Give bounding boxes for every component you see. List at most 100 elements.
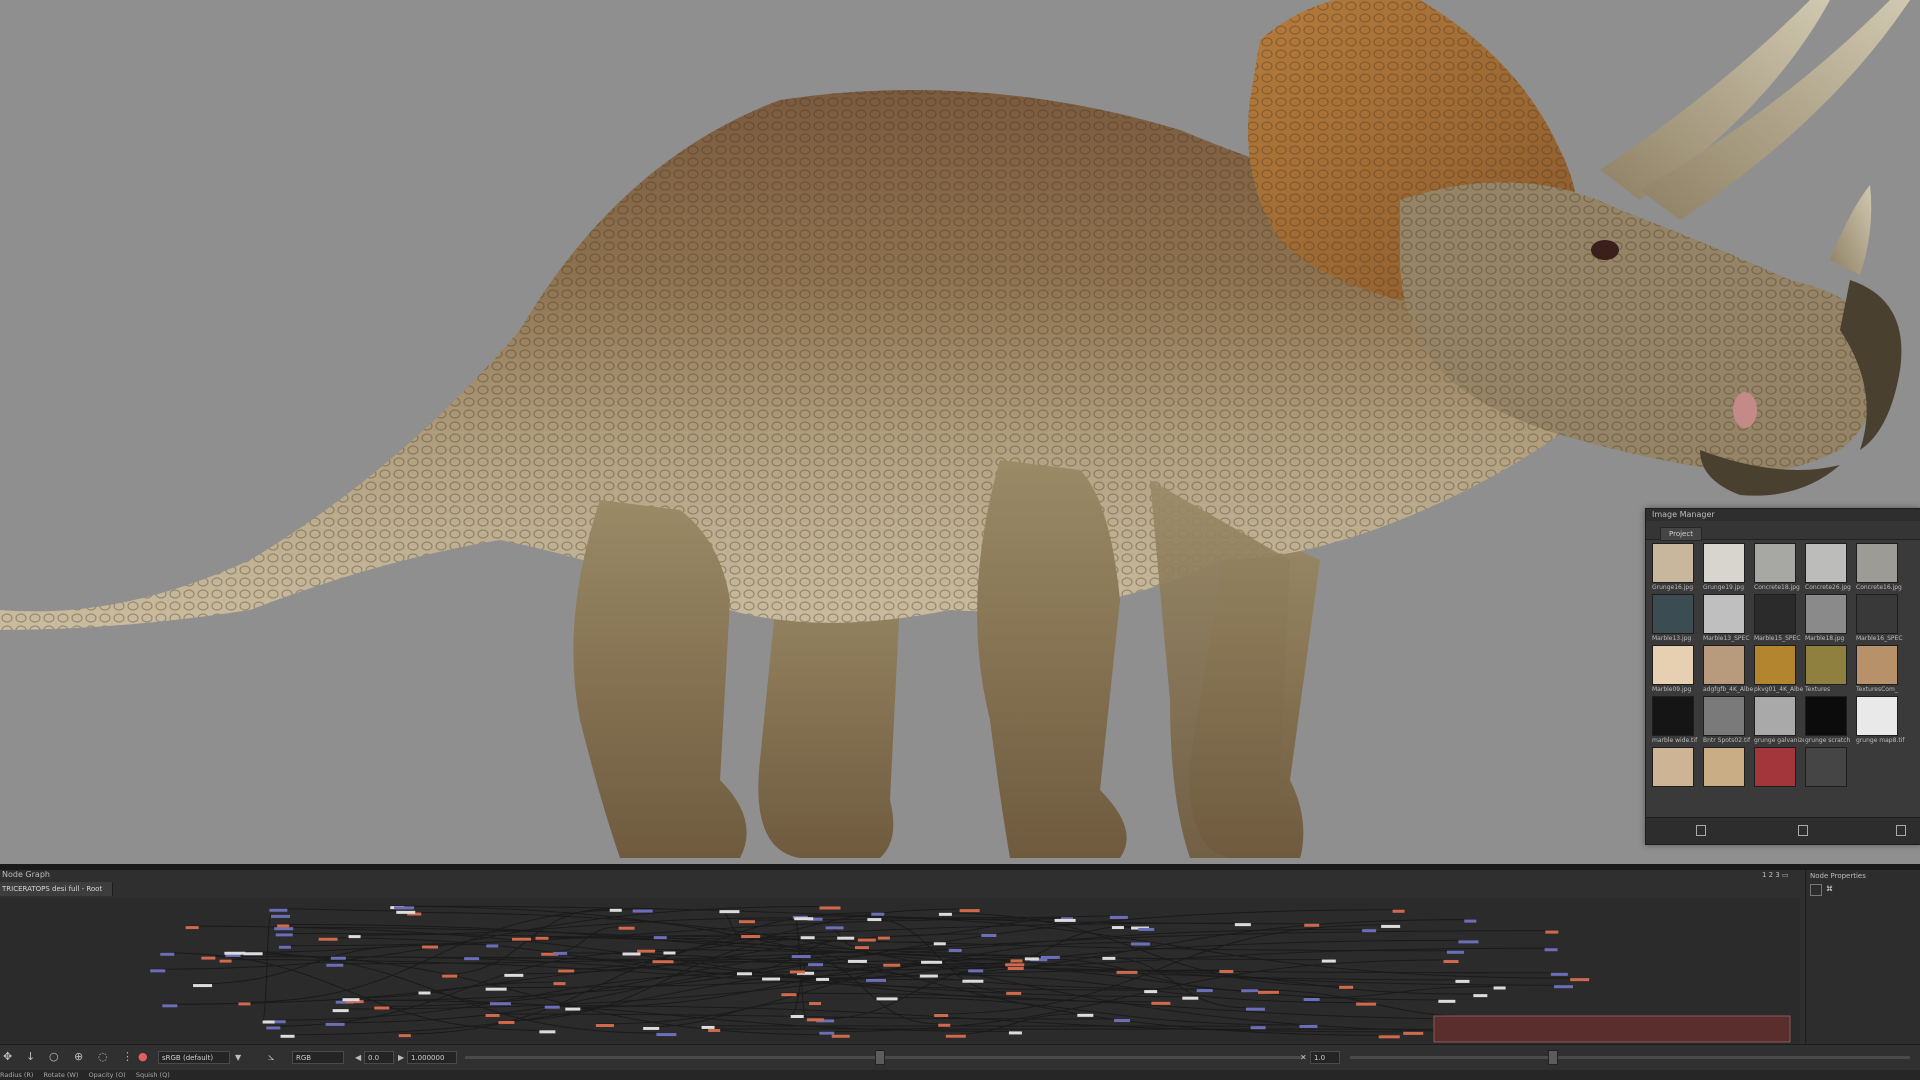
graph-node[interactable] [1130, 942, 1150, 946]
graph-node[interactable] [934, 1013, 949, 1017]
graph-node[interactable] [342, 998, 360, 1002]
graph-node[interactable] [150, 969, 166, 973]
graph-node[interactable] [201, 956, 216, 960]
graph-node[interactable] [1006, 991, 1022, 995]
graph-node[interactable] [318, 937, 338, 941]
graph-node[interactable] [637, 949, 656, 953]
graph-node[interactable] [274, 927, 294, 931]
graph-node[interactable] [794, 917, 814, 921]
graph-node[interactable] [1144, 990, 1158, 994]
image-thumbnail[interactable]: Bntr Spots02.tif [1703, 696, 1750, 748]
image-thumbnail[interactable]: Marble09.jpg [1652, 645, 1696, 697]
graph-node[interactable] [808, 963, 824, 967]
graph-node[interactable] [1299, 1024, 1318, 1028]
new-image-icon[interactable] [1696, 825, 1706, 836]
image-thumbnail[interactable]: Marble18.jpg [1805, 594, 1849, 646]
graph-node[interactable] [837, 936, 855, 940]
node-graph-canvas[interactable] [0, 898, 1800, 1044]
graph-node[interactable] [1356, 1002, 1377, 1006]
graph-node[interactable] [701, 1025, 715, 1029]
graph-node[interactable] [558, 969, 575, 973]
image-thumbnail[interactable]: Marble13_SPEC [1703, 594, 1750, 646]
graph-node[interactable] [1446, 950, 1464, 954]
graph-node[interactable] [656, 1033, 677, 1037]
graph-node[interactable] [819, 906, 841, 910]
value-field[interactable]: 1.000000 [407, 1051, 457, 1064]
graph-node[interactable] [535, 936, 549, 940]
graph-node[interactable] [1493, 986, 1506, 990]
dropdown-icon[interactable]: ▼ [235, 1053, 241, 1062]
graph-node[interactable] [857, 938, 876, 942]
graph-node[interactable] [422, 945, 439, 949]
image-thumbnail[interactable]: grunge map8.tif [1856, 696, 1904, 748]
graph-node[interactable] [511, 937, 531, 941]
graph-node[interactable] [708, 1028, 721, 1032]
graph-node[interactable] [565, 1007, 581, 1011]
graph-node[interactable] [1339, 985, 1354, 989]
graph-node[interactable] [1234, 923, 1251, 927]
graph-node[interactable] [1151, 1001, 1171, 1005]
graph-node[interactable] [224, 951, 246, 955]
graph-node[interactable] [1040, 955, 1060, 959]
graph-node[interactable] [394, 906, 415, 910]
graph-node[interactable] [1250, 1026, 1266, 1030]
image-thumbnail[interactable] [1754, 747, 1798, 793]
graph-node[interactable] [464, 957, 480, 961]
graph-node[interactable] [883, 963, 901, 967]
graph-node[interactable] [1008, 1031, 1022, 1035]
image-thumbnail[interactable]: TexturesCom_ [1856, 645, 1900, 697]
lasso-tool-icon[interactable]: ◌ [98, 1050, 108, 1063]
graph-node[interactable] [1362, 929, 1377, 933]
graph-node[interactable] [1545, 930, 1559, 934]
image-thumbnail[interactable] [1805, 747, 1849, 793]
graph-node[interactable] [781, 993, 797, 997]
image-thumbnail[interactable]: grunge scratch [1805, 696, 1850, 748]
graph-node[interactable] [418, 991, 431, 995]
graph-node[interactable] [539, 1030, 556, 1034]
graph-node[interactable] [1303, 998, 1320, 1002]
graph-node[interactable] [1381, 924, 1401, 928]
graph-node[interactable] [1219, 969, 1234, 973]
graph-node[interactable] [1010, 959, 1023, 963]
graph-node[interactable] [831, 1034, 850, 1038]
lock-icon[interactable]: ⌘ [1826, 885, 1833, 893]
image-thumbnail[interactable]: Textures [1805, 645, 1849, 697]
graph-node[interactable] [277, 924, 290, 928]
graph-node[interactable] [243, 952, 263, 956]
graph-node[interactable] [498, 1020, 515, 1024]
graph-node[interactable] [1007, 966, 1024, 970]
graph-node[interactable] [1321, 959, 1336, 963]
graph-node[interactable] [219, 959, 232, 963]
graph-node[interactable] [1455, 979, 1470, 983]
graph-node[interactable] [1473, 994, 1488, 998]
image-thumbnail[interactable]: pkvg01_4K_Albe [1754, 645, 1803, 697]
transform-tool-icon[interactable]: ⊕ [74, 1050, 83, 1063]
graph-node[interactable] [736, 972, 752, 976]
graph-node[interactable] [609, 908, 622, 912]
graph-node[interactable] [396, 910, 416, 914]
graph-node[interactable] [867, 918, 882, 922]
graph-node[interactable] [847, 959, 867, 963]
image-thumbnail[interactable]: Concrete18.jpg [1754, 543, 1800, 595]
graph-node[interactable] [485, 1013, 500, 1017]
graph-node[interactable] [948, 948, 962, 952]
graph-node[interactable] [1464, 919, 1477, 923]
graph-node[interactable] [921, 960, 943, 964]
graph-node[interactable] [162, 1004, 178, 1008]
graph-node[interactable] [1438, 999, 1456, 1003]
graph-node[interactable] [806, 1018, 824, 1022]
graph-node[interactable] [1102, 956, 1116, 960]
value-slider[interactable] [465, 1056, 1305, 1059]
import-image-icon[interactable] [1798, 825, 1808, 836]
graph-node[interactable] [262, 1020, 275, 1024]
image-thumbnail[interactable] [1652, 747, 1696, 793]
down-arrow-icon[interactable]: ↓ [26, 1050, 35, 1063]
graph-node[interactable] [1257, 990, 1279, 994]
graph-node[interactable] [800, 936, 815, 940]
export-image-icon[interactable] [1896, 825, 1906, 836]
graph-node[interactable] [854, 946, 869, 950]
3d-viewport[interactable] [0, 0, 1920, 864]
graph-node[interactable] [280, 1034, 295, 1038]
graph-node[interactable] [968, 969, 984, 973]
graph-node[interactable] [266, 1026, 281, 1030]
